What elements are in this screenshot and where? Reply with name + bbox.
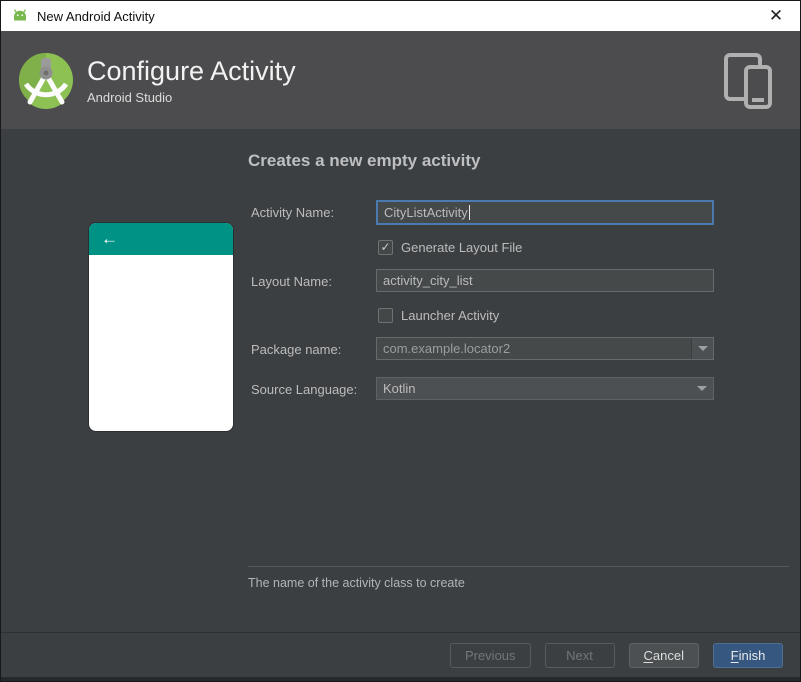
wizard-header: Configure Activity Android Studio <box>1 31 800 129</box>
preview-appbar: ← <box>89 223 233 255</box>
field-hint-text: The name of the activity class to create <box>248 576 465 590</box>
previous-button[interactable]: Previous <box>449 642 531 668</box>
android-studio-logo-icon <box>19 53 73 109</box>
source-language-label: Source Language: <box>251 382 358 397</box>
wizard-content: Creates a new empty activity ← Activity … <box>1 129 800 632</box>
finish-button[interactable]: Finish <box>713 642 783 668</box>
source-language-dropdown[interactable]: Kotlin <box>376 377 714 400</box>
back-arrow-icon: ← <box>101 229 118 248</box>
cancel-button[interactable]: Cancel <box>628 642 699 668</box>
generate-layout-checkbox[interactable]: ✓ <box>378 239 393 255</box>
wizard-subtitle: Android Studio <box>87 90 173 105</box>
finish-label-rest: inish <box>738 647 766 663</box>
button-bar: Previous Next Cancel Finish <box>1 632 800 677</box>
text-caret <box>468 205 470 220</box>
phone-tablet-icon <box>724 53 772 109</box>
launcher-activity-row: Launcher Activity <box>378 307 499 323</box>
layout-name-label: Layout Name: <box>251 274 332 289</box>
next-button[interactable]: Next <box>544 642 615 668</box>
generate-layout-label: Generate Layout File <box>401 239 523 255</box>
launcher-activity-label: Launcher Activity <box>401 307 500 323</box>
wizard-title: Configure Activity <box>87 56 296 86</box>
activity-name-input[interactable]: CityListActivity <box>376 200 714 225</box>
chevron-down-icon <box>697 346 708 351</box>
source-language-value: Kotlin <box>383 381 416 396</box>
window-title: New Android Activity <box>37 8 155 24</box>
chevron-down-icon <box>697 386 707 391</box>
source-language-dropdown-button[interactable] <box>691 378 713 399</box>
activity-name-label: Activity Name: <box>251 205 335 220</box>
window-bottom-edge <box>1 677 800 681</box>
new-android-activity-dialog: New Android Activity ✕ Configure Activit… <box>0 0 801 682</box>
header-text: Configure Activity Android Studio <box>87 55 296 105</box>
title-bar: New Android Activity ✕ <box>1 1 800 31</box>
package-name-dropdown-button[interactable] <box>691 338 713 359</box>
activity-preview: ← <box>89 223 233 431</box>
finish-mnemonic: F <box>730 647 739 663</box>
layout-name-value: activity_city_list <box>383 273 473 288</box>
hint-separator <box>248 566 789 567</box>
cancel-label-rest: ancel <box>652 647 684 663</box>
launcher-activity-checkbox[interactable] <box>378 307 393 323</box>
android-icon <box>13 9 27 21</box>
activity-name-value: CityListActivity <box>384 205 468 220</box>
close-icon[interactable]: ✕ <box>762 3 790 29</box>
page-heading: Creates a new empty activity <box>248 151 481 170</box>
cancel-mnemonic: C <box>643 647 653 663</box>
package-name-value: com.example.locator2 <box>383 341 511 356</box>
generate-layout-row: ✓ Generate Layout File <box>378 239 522 255</box>
package-name-label: Package name: <box>251 342 342 357</box>
layout-name-input[interactable]: activity_city_list <box>376 269 714 292</box>
package-name-combobox[interactable]: com.example.locator2 <box>376 337 714 360</box>
